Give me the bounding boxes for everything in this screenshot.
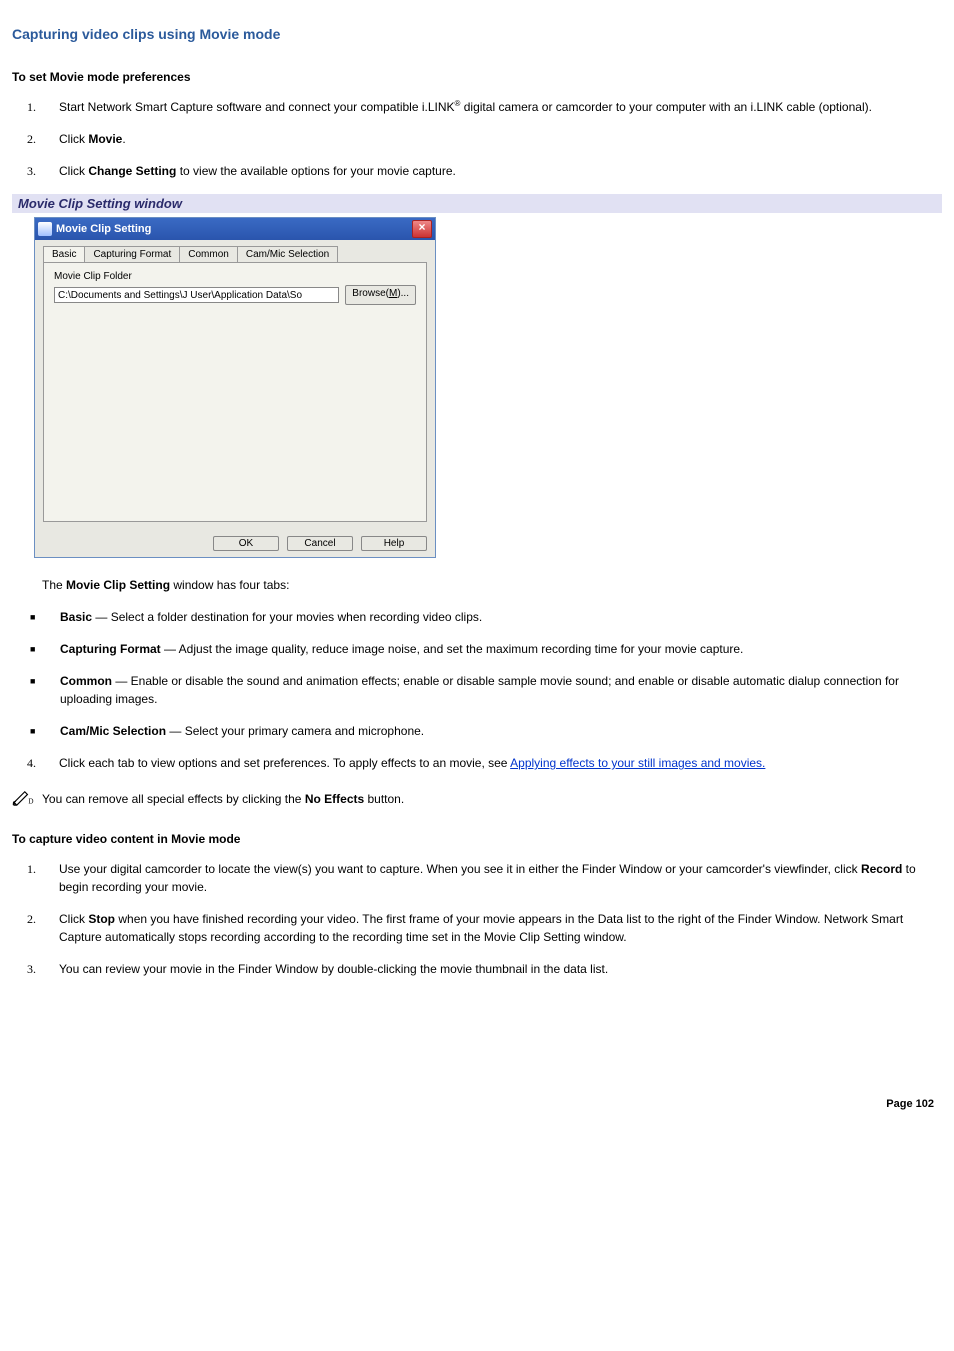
step-item: 3. Click Change Setting to view the avai… [12,162,942,180]
list-item: ■ Cam/Mic Selection — Select your primar… [12,722,942,740]
dialog-body: Basic Capturing Format Common Cam/Mic Se… [35,240,435,530]
step-number: 2. [12,130,59,148]
cancel-button[interactable]: Cancel [287,536,353,551]
movie-clip-setting-dialog: Movie Clip Setting × Basic Capturing For… [34,217,436,558]
bullet-icon: ■ [12,722,60,740]
folder-path-input[interactable] [54,287,339,303]
folder-label: Movie Clip Folder [54,271,416,282]
applying-effects-link[interactable]: Applying effects to your still images an… [510,756,765,770]
browse-button[interactable]: Browse(M)... [345,285,416,305]
tab-common[interactable]: Common [179,246,238,262]
list-item: ■ Capturing Format — Adjust the image qu… [12,640,942,658]
svg-text:D: D [28,797,33,805]
section-heading-set-preferences: To set Movie mode preferences [12,70,942,84]
step-item: 2. Click Movie. [12,130,942,148]
steps-list-2: 1. Use your digital camcorder to locate … [12,860,942,978]
page-title: Capturing video clips using Movie mode [12,26,942,42]
tabs-description-list: ■ Basic — Select a folder destination fo… [12,608,942,740]
bullet-icon: ■ [12,672,60,708]
step-text: Start Network Smart Capture software and… [59,98,942,116]
ok-button[interactable]: OK [213,536,279,551]
step-text: Click Change Setting to view the availab… [59,162,942,180]
figure-caption: Movie Clip Setting window [12,194,942,213]
step-text: Click Movie. [59,130,942,148]
tab-basic[interactable]: Basic [43,246,85,262]
app-icon [38,222,52,236]
bullet-icon: ■ [12,640,60,658]
step-text: Click Stop when you have finished record… [59,910,942,946]
tab-strip: Basic Capturing Format Common Cam/Mic Se… [43,246,427,262]
steps-list-1b: 4. Click each tab to view options and se… [12,754,942,772]
tabs-intro: The Movie Clip Setting window has four t… [42,576,942,594]
step-number: 2. [12,910,59,946]
tab-cam-mic-selection[interactable]: Cam/Mic Selection [237,246,338,262]
step-number: 4. [12,754,59,772]
close-button[interactable]: × [412,220,432,238]
tab-pane-basic: Movie Clip Folder Browse(M)... [43,262,427,522]
step-item: 1. Start Network Smart Capture software … [12,98,942,116]
step-text: Use your digital camcorder to locate the… [59,860,942,896]
pencil-note-icon: D [12,790,34,806]
step-number: 3. [12,162,59,180]
help-button[interactable]: Help [361,536,427,551]
step-item: 2. Click Stop when you have finished rec… [12,910,942,946]
step-item: 1. Use your digital camcorder to locate … [12,860,942,896]
dialog-footer: OK Cancel Help [35,530,435,557]
step-number: 1. [12,860,59,896]
dialog-title-bar: Movie Clip Setting × [35,218,435,240]
dialog-title: Movie Clip Setting [56,223,151,235]
tab-capturing-format[interactable]: Capturing Format [84,246,180,262]
step-text: Click each tab to view options and set p… [59,754,942,772]
step-number: 1. [12,98,59,116]
bullet-icon: ■ [12,608,60,626]
list-item: ■ Common — Enable or disable the sound a… [12,672,942,708]
note: D You can remove all special effects by … [12,790,942,808]
step-number: 3. [12,960,59,978]
page-number: Page 102 [12,1098,942,1110]
section-heading-capture-video: To capture video content in Movie mode [12,832,942,846]
steps-list-1: 1. Start Network Smart Capture software … [12,98,942,180]
step-text: You can review your movie in the Finder … [59,960,942,978]
step-item: 3. You can review your movie in the Find… [12,960,942,978]
step-item: 4. Click each tab to view options and se… [12,754,942,772]
list-item: ■ Basic — Select a folder destination fo… [12,608,942,626]
